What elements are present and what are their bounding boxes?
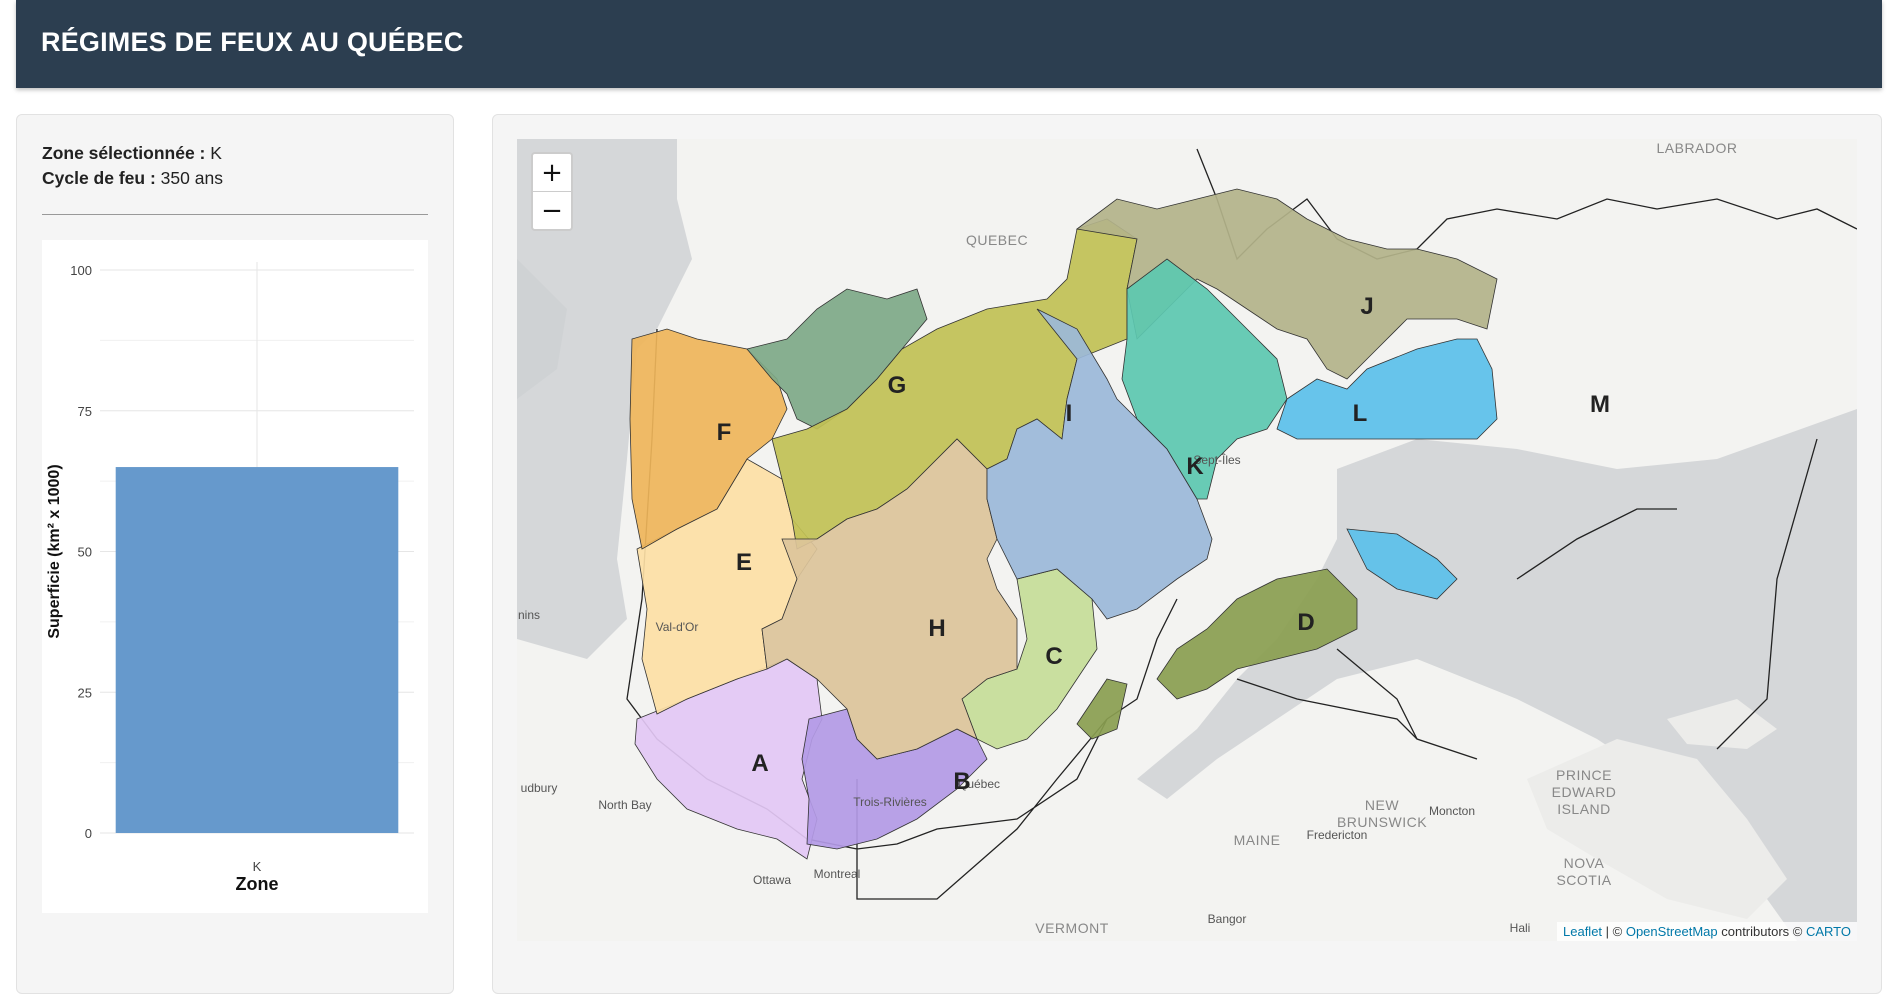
place-label-vermont: VERMONT	[1035, 920, 1109, 936]
city-label-sudbury: udbury	[521, 781, 558, 795]
zone-label-l: L	[1353, 400, 1368, 427]
city-label-fredericton: Fredericton	[1307, 828, 1368, 842]
zone-label-m: M	[1590, 391, 1610, 418]
place-label-quebec: QUEBEC	[966, 232, 1028, 248]
fire-cycle-label: Cycle de feu :	[42, 168, 156, 188]
zoom-out-button[interactable]: −	[533, 191, 571, 229]
zone-label-k: K	[1186, 453, 1204, 480]
city-label-trois-rivieres: Trois-Rivières	[853, 795, 927, 809]
zone-label-a: A	[751, 750, 768, 777]
sidebar-panel: Zone sélectionnée : K Cycle de feu : 350…	[16, 114, 454, 994]
city-label-val-dor: Val-d'Or	[656, 620, 699, 634]
carto-link[interactable]: CARTO	[1806, 924, 1851, 939]
y-tick-label: 50	[78, 545, 92, 560]
place-label-pei-2: EDWARD	[1552, 784, 1617, 800]
selected-zone-row: Zone sélectionnée : K	[42, 141, 223, 166]
city-label-halifax: Hali	[1510, 921, 1531, 935]
place-label-maine: MAINE	[1234, 832, 1281, 848]
zone-label-d: D	[1297, 609, 1314, 636]
y-tick-label: 0	[85, 826, 92, 841]
city-label-ottawa: Ottawa	[753, 873, 791, 887]
osm-link[interactable]: OpenStreetMap	[1626, 924, 1718, 939]
y-axis-title: Superficie (km² x 1000)	[46, 464, 63, 638]
zoom-control: + −	[531, 152, 573, 231]
place-label-pei-1: PRINCE	[1556, 767, 1612, 783]
city-label-timmins: nins	[518, 608, 540, 622]
zoom-in-button[interactable]: +	[533, 154, 571, 191]
zone-label-e: E	[736, 549, 752, 576]
y-tick-label: 100	[70, 263, 92, 278]
page-title: RÉGIMES DE FEUX AU QUÉBEC	[41, 27, 464, 57]
y-tick-label: 75	[78, 404, 92, 419]
zone-label-j: J	[1360, 293, 1373, 320]
city-label-montreal: Montreal	[814, 867, 861, 881]
leaflet-link[interactable]: Leaflet	[1563, 924, 1602, 939]
selected-zone-label: Zone sélectionnée :	[42, 143, 206, 163]
place-label-pei-3: ISLAND	[1557, 801, 1611, 817]
map-view[interactable]: LABRADOR QUEBEC NEW BRUNSWICK MAINE VERM…	[517, 139, 1857, 941]
zone-label-g: G	[888, 372, 907, 399]
map-panel: LABRADOR QUEBEC NEW BRUNSWICK MAINE VERM…	[492, 114, 1882, 994]
map-attribution: Leaflet | © OpenStreetMap contributors ©…	[1557, 922, 1857, 941]
x-tick-label: K	[253, 859, 262, 874]
place-label-new-brunswick-1: NEW	[1365, 797, 1399, 813]
city-label-moncton: Moncton	[1429, 804, 1475, 818]
selected-zone-value: K	[210, 143, 222, 163]
zone-label-i: I	[1066, 400, 1073, 427]
place-label-labrador: LABRADOR	[1656, 140, 1737, 156]
zone-label-b: B	[953, 768, 970, 795]
zone-label-h: H	[928, 615, 945, 642]
app-header: RÉGIMES DE FEUX AU QUÉBEC	[16, 0, 1882, 88]
divider	[42, 214, 428, 215]
bar-k	[115, 467, 399, 833]
place-label-ns-2: SCOTIA	[1556, 872, 1611, 888]
city-label-north-bay: North Bay	[598, 798, 651, 812]
chart-svg: 0 25 50 75 100 KZone Superficie (km² x 1000)	[46, 262, 414, 894]
x-axis-title: Zone	[236, 874, 279, 894]
y-tick-label: 25	[78, 685, 92, 700]
map-svg[interactable]: LABRADOR QUEBEC NEW BRUNSWICK MAINE VERM…	[517, 139, 1857, 941]
zone-label-c: C	[1045, 643, 1062, 670]
attribution-contributors: contributors ©	[1717, 924, 1806, 939]
attribution-separator: | ©	[1602, 924, 1626, 939]
zone-info: Zone sélectionnée : K Cycle de feu : 350…	[42, 141, 223, 191]
fire-cycle-value: 350 ans	[160, 168, 223, 188]
zone-label-f: F	[717, 419, 732, 446]
area-bar-chart: 0 25 50 75 100 K Zone Superficie (km² x 1000)	[42, 240, 428, 913]
place-label-ns-1: NOVA	[1564, 855, 1605, 871]
city-label-bangor: Bangor	[1208, 912, 1247, 926]
fire-cycle-row: Cycle de feu : 350 ans	[42, 166, 223, 191]
